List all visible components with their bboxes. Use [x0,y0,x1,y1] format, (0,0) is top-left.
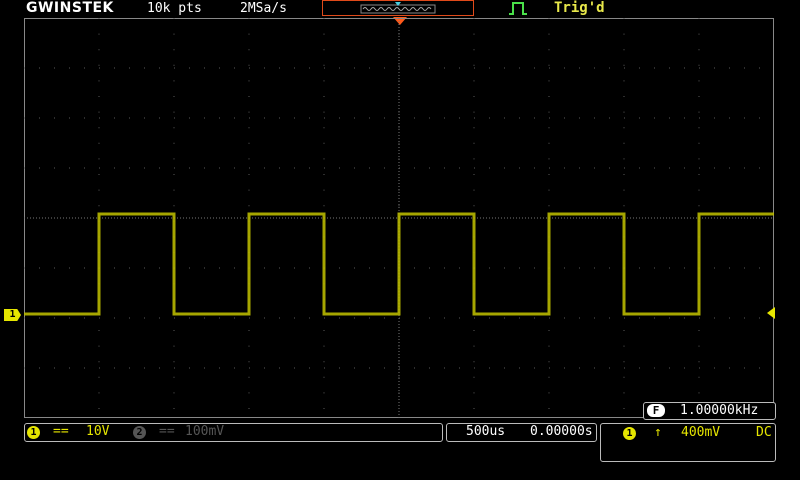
channel1-scale: 10V [86,424,110,439]
trigger-status: Trig'd [554,0,605,16]
sample-rate: 2MSa/s [240,1,287,16]
channel2-badge[interactable]: 2 [133,426,146,439]
trigger-level: 400mV [681,425,721,440]
channel1-coupling-dc-icon: == [53,424,69,439]
waveform-display[interactable] [24,18,774,418]
trigger-source-badge: 1 [623,427,636,440]
frequency-counter: F 1.00000kHz [643,402,776,420]
rising-edge-icon: ↑ [654,425,662,440]
channel1-square-wave [24,212,774,316]
brand-logo: GWINSTEK [26,0,114,16]
channel1-badge[interactable]: 1 [27,426,40,439]
memory-waveform-icon [360,2,436,14]
frequency-badge: F [647,404,665,417]
timebase-panel[interactable]: 500us 0.00000s [446,423,597,442]
memory-window-bar[interactable] [322,0,474,16]
channel2-coupling-dc-icon: == [159,424,175,439]
frequency-value: 1.00000kHz [680,403,759,418]
timebase-position: 0.00000s [530,424,593,439]
trigger-level-marker[interactable] [766,307,776,319]
trigger-coupling: DC [756,425,772,440]
channel1-ground-marker[interactable]: 1 [4,309,21,321]
channel-info-panel[interactable]: 1 == 10V 2 == 100mV [24,423,443,442]
trigger-panel[interactable]: 1 ↑ 400mV DC [600,423,776,462]
timebase-scale: 500us [466,424,506,439]
channel2-scale: 100mV [185,424,225,439]
trigger-edge-icon [509,2,527,15]
record-length: 10k pts [147,1,202,16]
